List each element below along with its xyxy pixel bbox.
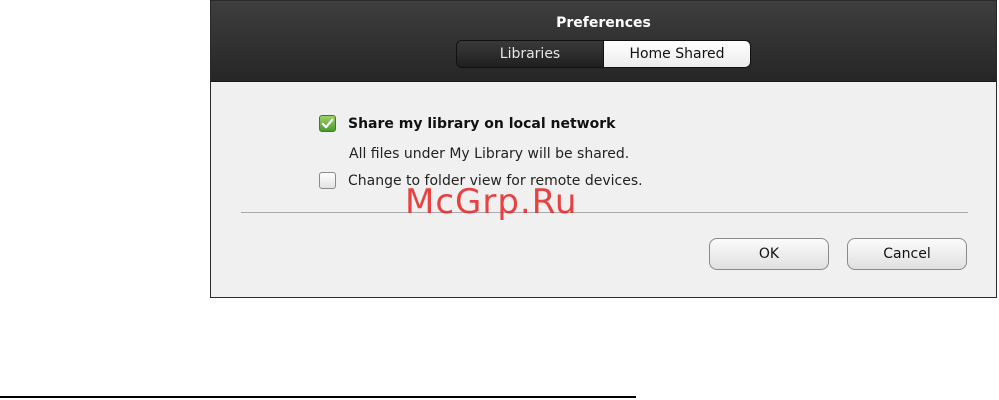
share-library-option[interactable]: Share my library on local network [319,115,615,132]
share-library-label: Share my library on local network [348,115,616,132]
dialog-body: Share my library on local network All fi… [211,82,996,297]
tab-home-shared[interactable]: Home Shared [604,41,750,67]
folder-view-option[interactable]: Change to folder view for remote devices… [319,172,643,189]
page: Preferences Libraries Home Shared Share … [0,0,999,400]
preferences-dialog: Preferences Libraries Home Shared Share … [210,0,997,298]
dialog-title: Preferences [556,15,651,31]
tab-libraries[interactable]: Libraries [457,41,604,67]
divider [241,212,968,213]
tab-group: Libraries Home Shared [456,40,751,68]
share-description: All files under My Library will be share… [349,146,630,162]
cancel-button[interactable]: Cancel [847,238,967,270]
page-rule [0,396,636,398]
folder-view-label: Change to folder view for remote devices… [348,172,643,189]
share-library-checkbox[interactable] [319,115,336,132]
folder-view-checkbox[interactable] [319,172,336,189]
ok-button[interactable]: OK [709,238,829,270]
title-bar: Preferences Libraries Home Shared [211,1,996,82]
checkmark-icon [321,118,334,129]
